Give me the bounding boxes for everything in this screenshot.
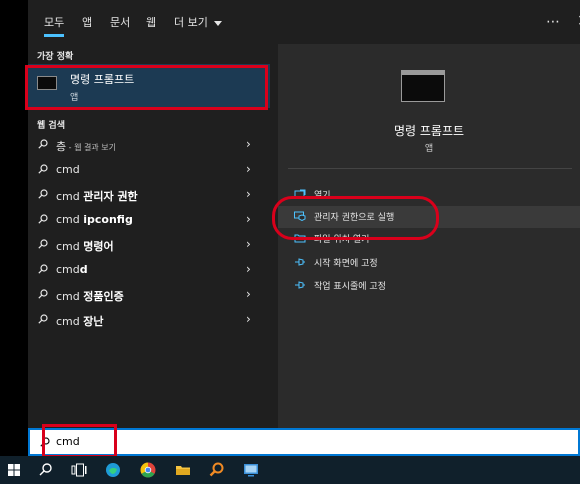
result-query: cmd — [56, 240, 84, 253]
highlight-box — [25, 65, 268, 110]
taskbar — [0, 456, 580, 484]
task-view-icon[interactable] — [70, 461, 88, 479]
search-icon[interactable] — [37, 461, 55, 479]
result-suffix: 관리자 권한 — [83, 190, 138, 203]
chevron-down-icon — [213, 20, 222, 26]
web-result-item[interactable]: cmd 장난 › — [28, 309, 270, 334]
result-query: cmd — [56, 315, 84, 328]
web-result-item[interactable]: cmd › — [28, 159, 270, 184]
command-prompt-icon — [401, 70, 445, 102]
tab-all[interactable]: 모두 — [44, 16, 65, 37]
result-query: cmd — [56, 163, 80, 176]
result-query: cmd — [56, 190, 84, 203]
highlight-box — [42, 424, 117, 458]
action-pin-taskbar[interactable]: 작업 표시줄에 고정 — [278, 275, 580, 297]
search-app-icon[interactable] — [208, 461, 226, 479]
search-icon — [38, 239, 48, 249]
tab-documents[interactable]: 문서 — [110, 16, 130, 30]
search-icon — [38, 214, 48, 224]
remote-desktop-icon[interactable] — [242, 461, 260, 479]
web-result-item[interactable]: cmd ipconfig › — [28, 209, 270, 234]
result-query: cmd — [56, 290, 84, 303]
result-hint: - 웹 결과 보기 — [66, 143, 116, 152]
search-icon — [38, 164, 48, 174]
tab-more-label: 더 보기 — [174, 16, 208, 29]
divider — [288, 168, 572, 169]
chevron-right-icon[interactable]: › — [246, 262, 251, 276]
screen: 모두 앱 문서 웹 더 보기 ⋯ ✕ 가장 정확 명령 프롬프트 앱 웹 검색 … — [0, 0, 580, 484]
tab-more[interactable]: 더 보기 — [174, 16, 222, 30]
more-options-icon[interactable]: ⋯ — [546, 14, 562, 30]
action-pin-start[interactable]: 시작 화면에 고정 — [278, 252, 580, 274]
web-result-item[interactable]: cmd 명령어 › — [28, 234, 270, 259]
search-icon — [38, 289, 48, 299]
highlight-box — [272, 196, 439, 240]
result-query: 층 — [56, 140, 67, 153]
search-icon — [38, 189, 48, 199]
result-query: cmd — [56, 263, 80, 276]
chevron-right-icon[interactable]: › — [246, 162, 251, 176]
detail-title: 명령 프롬프트 — [393, 124, 465, 138]
web-result-item[interactable]: cmdd › — [28, 259, 270, 284]
chevron-right-icon[interactable]: › — [246, 187, 251, 201]
chevron-right-icon[interactable]: › — [246, 312, 251, 326]
detail-subtitle: 앱 — [424, 144, 434, 154]
result-suffix: ipconfig — [83, 213, 133, 226]
result-suffix: 장난 — [83, 315, 104, 328]
windows-start-icon[interactable] — [5, 461, 23, 479]
web-result-item[interactable]: cmd 관리자 권한 › — [28, 184, 270, 209]
chevron-right-icon[interactable]: › — [246, 287, 251, 301]
web-result-item[interactable]: 층 - 웹 결과 보기 › — [28, 134, 270, 159]
chevron-right-icon[interactable]: › — [246, 212, 251, 226]
search-icon — [38, 314, 48, 324]
file-explorer-icon[interactable] — [174, 461, 192, 479]
chrome-icon[interactable] — [139, 461, 157, 479]
web-result-item[interactable]: cmd 정품인증 › — [28, 284, 270, 309]
search-icon — [38, 139, 48, 149]
tab-web[interactable]: 웹 — [146, 16, 156, 30]
result-suffix: 명령어 — [83, 240, 114, 253]
result-suffix: d — [79, 263, 88, 276]
chevron-right-icon[interactable]: › — [246, 237, 251, 251]
web-search-heading: 웹 검색 — [37, 121, 65, 131]
results-list: 가장 정확 명령 프롬프트 앱 웹 검색 층 - 웹 결과 보기 › cmd ›… — [25, 44, 270, 428]
action-label: 시작 화면에 고정 — [314, 259, 378, 269]
search-tabs-bar: 모두 앱 문서 웹 더 보기 ⋯ ✕ — [28, 0, 580, 44]
tab-apps[interactable]: 앱 — [82, 16, 92, 30]
pin-icon — [295, 258, 305, 266]
result-suffix: 정품인증 — [83, 290, 124, 303]
result-query: cmd — [56, 213, 84, 226]
edge-icon[interactable] — [104, 461, 122, 479]
action-label: 작업 표시줄에 고정 — [314, 282, 386, 292]
best-match-heading: 가장 정확 — [37, 52, 74, 62]
search-icon — [38, 264, 48, 274]
chevron-right-icon[interactable]: › — [246, 137, 251, 151]
pin-icon — [295, 281, 305, 289]
